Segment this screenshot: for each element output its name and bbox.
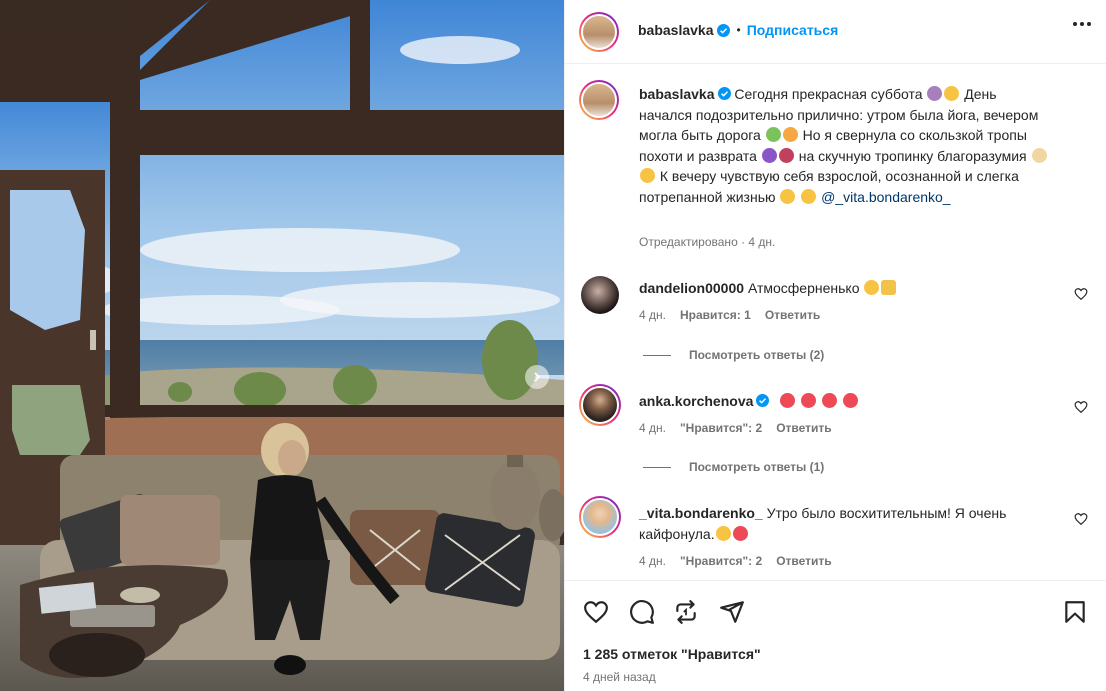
woozy-emoji bbox=[944, 86, 960, 101]
comment-like-icon[interactable] bbox=[1074, 400, 1088, 414]
comment-text: Утро было восхитительным! Я очень bbox=[766, 505, 1007, 521]
post-image bbox=[0, 0, 564, 691]
heart-icon[interactable] bbox=[583, 599, 609, 625]
post-caption: babaslavka Сегодня прекрасная суббота Де… bbox=[639, 84, 1049, 207]
comment-like-icon[interactable] bbox=[1074, 512, 1088, 526]
shush-emoji bbox=[780, 188, 796, 204]
carousel-next-button[interactable] bbox=[525, 365, 549, 389]
comment: _vita.bondarenko_ Утро было восхитительн… bbox=[639, 505, 1007, 542]
heart-emoji bbox=[732, 525, 748, 541]
comment-icon[interactable] bbox=[629, 599, 655, 625]
comment-likes[interactable]: "Нравится": 2 bbox=[680, 421, 762, 435]
verified-badge-icon bbox=[717, 87, 731, 100]
verified-badge-icon bbox=[756, 394, 770, 407]
comment: dandelion00000 Атмосферненько bbox=[639, 278, 1059, 299]
caption-meta: Отредактировано · 4 дн. bbox=[639, 235, 776, 249]
post-photo[interactable] bbox=[0, 0, 564, 691]
reply-button[interactable]: Ответить bbox=[776, 421, 831, 435]
reply-button[interactable]: Ответить bbox=[765, 308, 820, 322]
comment-username[interactable]: dandelion00000 bbox=[639, 280, 744, 296]
angel-emoji bbox=[640, 168, 655, 183]
comment-likes[interactable]: "Нравится": 2 bbox=[680, 554, 762, 568]
post-time: 4 дней назад bbox=[583, 670, 656, 684]
comment-username[interactable]: _vita.bondarenko_ bbox=[639, 505, 763, 521]
caption-author-username[interactable]: babaslavka bbox=[639, 86, 715, 102]
comment-like-icon[interactable] bbox=[1074, 287, 1088, 301]
caption-text: Сегодня прекрасная суббота bbox=[734, 86, 923, 102]
yoga-emoji bbox=[927, 86, 943, 101]
ok-hand-emoji bbox=[881, 280, 897, 295]
comment-avatar[interactable] bbox=[579, 384, 621, 426]
verified-badge-icon bbox=[716, 23, 730, 37]
comment-meta: 4 дн. "Нравится": 2 Ответить bbox=[639, 421, 832, 435]
laugh-emoji bbox=[801, 188, 817, 204]
comment-avatar[interactable] bbox=[581, 276, 619, 314]
mention-link[interactable]: @_vita.bondarenko_ bbox=[821, 189, 950, 205]
author-username[interactable]: babaslavka bbox=[638, 22, 714, 38]
view-replies-button[interactable]: Посмотреть ответы (1) bbox=[643, 460, 824, 474]
view-replies-button[interactable]: Посмотреть ответы (2) bbox=[643, 348, 824, 362]
reply-button[interactable]: Ответить bbox=[776, 554, 831, 568]
candle-emoji bbox=[1031, 147, 1047, 163]
repost-icon[interactable] bbox=[673, 599, 699, 625]
more-icon bbox=[1073, 22, 1077, 26]
test-tube-emoji bbox=[765, 127, 781, 142]
heart-eyes-emoji bbox=[715, 525, 731, 541]
send-icon[interactable] bbox=[719, 599, 745, 625]
comment: anka.korchenova bbox=[639, 391, 1059, 412]
post-header: babaslavka • Подписаться bbox=[565, 0, 1106, 64]
comment-avatar[interactable] bbox=[579, 496, 621, 538]
post-actions: 1 285 отметок "Нравится" 4 дней назад bbox=[565, 580, 1106, 691]
likes-count[interactable]: 1 285 отметок "Нравится" bbox=[583, 646, 761, 662]
separator-dot: • bbox=[736, 23, 741, 37]
comment-meta: 4 дн. Нравится: 1 Ответить bbox=[639, 308, 821, 322]
devil-emoji bbox=[761, 147, 777, 163]
follow-button[interactable]: Подписаться bbox=[747, 22, 839, 38]
author-avatar[interactable] bbox=[579, 12, 619, 52]
caption-author-avatar[interactable] bbox=[579, 80, 619, 120]
more-options-button[interactable] bbox=[1073, 22, 1091, 26]
comment-text: Атмосферненько bbox=[747, 280, 860, 296]
comment-likes[interactable]: Нравится: 1 bbox=[680, 308, 751, 322]
post-details-panel: babaslavka • Подписаться babaslavka Сего… bbox=[564, 0, 1106, 691]
cat-emoji bbox=[782, 127, 798, 142]
comment-username[interactable]: anka.korchenova bbox=[639, 393, 753, 409]
chevron-right-icon bbox=[534, 372, 541, 382]
heart-eyes-emoji bbox=[864, 280, 880, 295]
bookmark-icon[interactable] bbox=[1062, 599, 1088, 625]
wine-emoji bbox=[778, 147, 794, 163]
comment-meta: 4 дн. "Нравится": 2 Ответить bbox=[639, 554, 832, 568]
heart-emojis bbox=[779, 393, 859, 409]
